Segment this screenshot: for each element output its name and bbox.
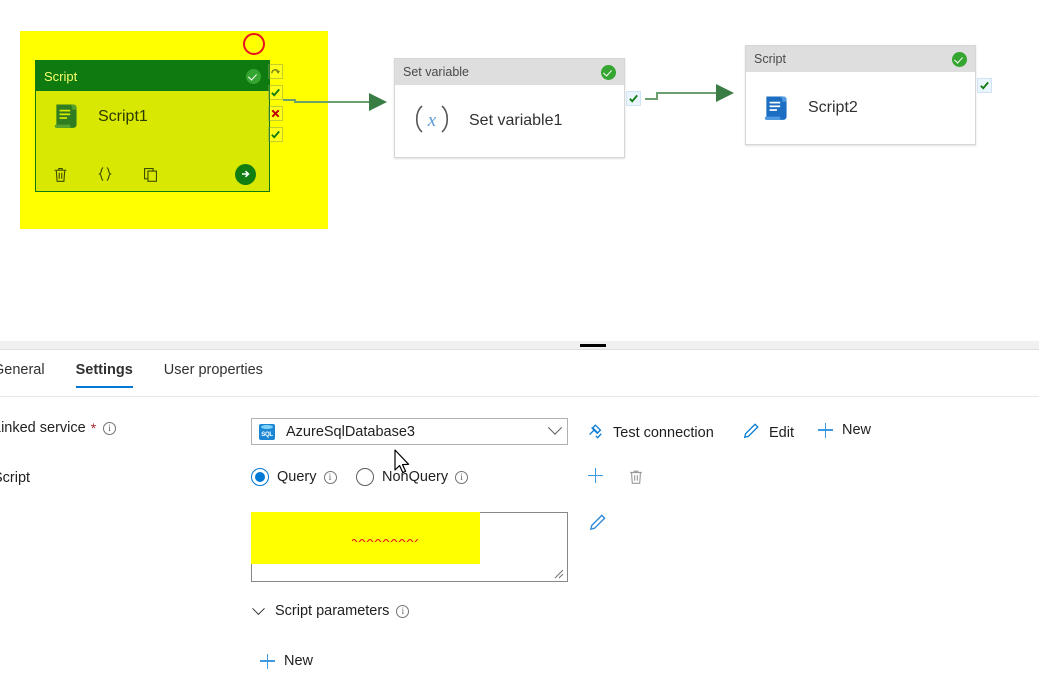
- node-action-bar: [36, 163, 269, 185]
- script-parameters-toggle[interactable]: Script parameters i: [252, 601, 410, 619]
- tab-general[interactable]: General: [0, 359, 45, 388]
- pipeline-canvas[interactable]: Script Script1 Set variable x Set variab…: [0, 0, 1039, 341]
- node-header: Script: [36, 61, 269, 91]
- info-icon[interactable]: i: [103, 421, 117, 435]
- code-braces-icon[interactable]: [94, 163, 116, 185]
- node-status-valid-icon: [952, 51, 967, 67]
- activity-node-script2[interactable]: Script Script2: [745, 45, 976, 145]
- edit-label: Edit: [769, 425, 794, 441]
- chevron-down-icon[interactable]: [547, 420, 563, 435]
- node-status-valid-icon: [601, 64, 616, 80]
- plus-icon: [260, 653, 275, 669]
- linked-service-dropdown[interactable]: SQL AzureSqlDatabase3: [251, 418, 568, 445]
- script-text-value: select * from sampletb: [261, 530, 405, 546]
- test-connection-button[interactable]: Test connection: [586, 422, 714, 444]
- plus-icon: [588, 468, 603, 483]
- radio-query[interactable]: Query i: [251, 468, 337, 486]
- panel-tabs: General Settings User properties: [0, 359, 294, 397]
- splitter-drag-handle[interactable]: [580, 344, 606, 347]
- node-name-label: Set variable1: [469, 112, 563, 129]
- panel-splitter[interactable]: [0, 341, 1039, 350]
- test-connection-label: Test connection: [613, 425, 714, 441]
- success-check-icon[interactable]: [626, 91, 641, 106]
- tabs-divider: [0, 396, 1039, 397]
- script-scroll-icon: [50, 97, 84, 136]
- plus-icon: [818, 422, 833, 438]
- retry-icon[interactable]: [268, 64, 283, 79]
- radio-nonquery-indicator: [356, 468, 374, 486]
- success-check-icon[interactable]: [268, 85, 283, 100]
- pencil-icon: [742, 422, 760, 444]
- radio-nonquery-label: NonQuery: [382, 469, 449, 485]
- plug-check-icon: [586, 422, 604, 444]
- tab-user-properties[interactable]: User properties: [164, 359, 263, 388]
- sql-database-icon: SQL: [259, 423, 275, 440]
- radio-nonquery[interactable]: NonQuery i: [356, 468, 469, 486]
- add-script-button[interactable]: [588, 468, 603, 483]
- node-body: Script2: [746, 72, 975, 144]
- radio-query-label: Query: [277, 469, 317, 485]
- edit-linked-service-button[interactable]: Edit: [742, 422, 794, 444]
- node-connector-handles-setvariable1: [626, 91, 641, 106]
- node-connector-handles-script2: [977, 78, 992, 93]
- completion-check-icon[interactable]: [268, 127, 283, 142]
- info-icon[interactable]: i: [396, 604, 410, 618]
- info-icon[interactable]: i: [323, 470, 337, 484]
- open-script-editor-button[interactable]: [588, 513, 607, 536]
- script-parameters-label: Script parameters: [275, 603, 390, 619]
- run-icon[interactable]: [235, 163, 256, 185]
- node-header: Set variable: [395, 59, 624, 85]
- node-name-label: Script1: [98, 107, 148, 125]
- new-script-parameter-button[interactable]: New: [260, 653, 313, 669]
- svg-text:x: x: [427, 110, 437, 131]
- node-status-valid-icon: [246, 68, 261, 84]
- node-header: Script: [746, 46, 975, 72]
- node-body: Script1: [36, 91, 269, 136]
- new-linked-service-button[interactable]: New: [818, 422, 871, 438]
- node-name-label: Script2: [808, 99, 858, 116]
- node-body: x Set variable1: [395, 85, 624, 157]
- info-icon[interactable]: i: [455, 470, 469, 484]
- linked-service-label: Linked service * i: [0, 420, 117, 436]
- required-asterisk: *: [90, 420, 97, 436]
- new-label: New: [842, 422, 872, 438]
- delete-icon[interactable]: [49, 163, 71, 185]
- textarea-resize-grip[interactable]: [553, 568, 564, 579]
- success-check-icon[interactable]: [977, 78, 992, 93]
- chevron-down-icon: [252, 601, 265, 615]
- failure-x-icon[interactable]: [268, 106, 283, 121]
- clone-icon[interactable]: [139, 163, 161, 185]
- node-type-label: Set variable: [403, 65, 470, 79]
- set-variable-fx-icon: x: [409, 102, 455, 141]
- node-connector-handles-script1: [268, 64, 283, 142]
- linked-service-value: AzureSqlDatabase3: [286, 423, 415, 440]
- node-type-label: Script: [44, 68, 78, 84]
- script-label: Script: [0, 470, 31, 486]
- script-scroll-icon: [760, 89, 794, 128]
- activity-node-script1[interactable]: Script Script1: [35, 60, 270, 192]
- delete-script-button[interactable]: [627, 468, 645, 490]
- script-textarea[interactable]: select * from sampletb: [251, 512, 568, 582]
- radio-query-indicator: [251, 468, 269, 486]
- trash-icon: [627, 468, 645, 490]
- activity-node-setvariable1[interactable]: Set variable x Set variable1: [394, 58, 625, 158]
- new-parameter-label: New: [284, 653, 314, 669]
- pencil-icon: [588, 513, 607, 536]
- node-type-label: Script: [754, 52, 786, 66]
- tab-settings[interactable]: Settings: [75, 359, 134, 388]
